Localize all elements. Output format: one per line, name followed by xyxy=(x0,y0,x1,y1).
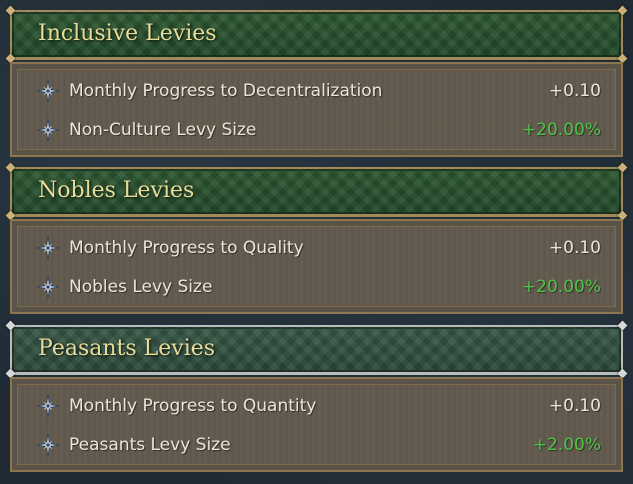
modifier-value: +0.10 xyxy=(548,238,601,258)
panel-header: Nobles Levies xyxy=(5,162,628,221)
panel-body: Monthly Progress to Decentralization +0.… xyxy=(10,62,623,157)
modifier-label: Nobles Levy Size xyxy=(69,277,213,297)
panel-title: Inclusive Levies xyxy=(38,21,217,46)
compass-star-icon xyxy=(37,237,59,259)
panel-inclusive-levies: Inclusive Levies Monthly Progress to Dec… xyxy=(5,5,628,157)
panel-nobles-levies: Nobles Levies Monthly Progress to Qualit… xyxy=(5,162,628,314)
modifier-label: Monthly Progress to Decentralization xyxy=(69,81,383,101)
corner-ornament xyxy=(5,320,16,331)
modifier-label: Monthly Progress to Quantity xyxy=(69,396,317,416)
modifier-row: Peasants Levy Size +2.00% xyxy=(18,426,615,464)
modifier-label: Non-Culture Levy Size xyxy=(69,120,257,140)
modifier-row: Non-Culture Levy Size +20.00% xyxy=(18,111,615,149)
corner-ornament xyxy=(617,320,628,331)
modifier-value: +0.10 xyxy=(548,81,601,101)
corner-ornament xyxy=(617,162,628,173)
modifier-row: Nobles Levy Size +20.00% xyxy=(18,268,615,306)
corner-ornament xyxy=(5,5,16,16)
modifier-value: +20.00% xyxy=(521,277,601,297)
compass-star-icon xyxy=(37,395,59,417)
panel-body: Monthly Progress to Quantity +0.10 Peasa… xyxy=(10,377,623,472)
panel-header: Peasants Levies xyxy=(5,320,628,379)
modifier-row: Monthly Progress to Quantity +0.10 xyxy=(18,387,615,425)
panel-title: Nobles Levies xyxy=(38,178,195,203)
modifier-label: Monthly Progress to Quality xyxy=(69,238,304,258)
modifier-row: Monthly Progress to Quality +0.10 xyxy=(18,229,615,267)
panel-body: Monthly Progress to Quality +0.10 Nobles… xyxy=(10,219,623,314)
panel-title: Peasants Levies xyxy=(38,336,216,361)
modifier-value: +0.10 xyxy=(548,396,601,416)
compass-star-icon xyxy=(37,276,59,298)
compass-star-icon xyxy=(37,119,59,141)
panel-header: Inclusive Levies xyxy=(5,5,628,64)
compass-star-icon xyxy=(37,434,59,456)
corner-ornament xyxy=(5,162,16,173)
modifier-value: +20.00% xyxy=(521,120,601,140)
modifier-label: Peasants Levy Size xyxy=(69,435,231,455)
corner-ornament xyxy=(617,5,628,16)
compass-star-icon xyxy=(37,80,59,102)
modifier-row: Monthly Progress to Decentralization +0.… xyxy=(18,72,615,110)
panel-peasants-levies: Peasants Levies Monthly Progress to Quan… xyxy=(5,320,628,472)
modifier-value: +2.00% xyxy=(532,435,601,455)
